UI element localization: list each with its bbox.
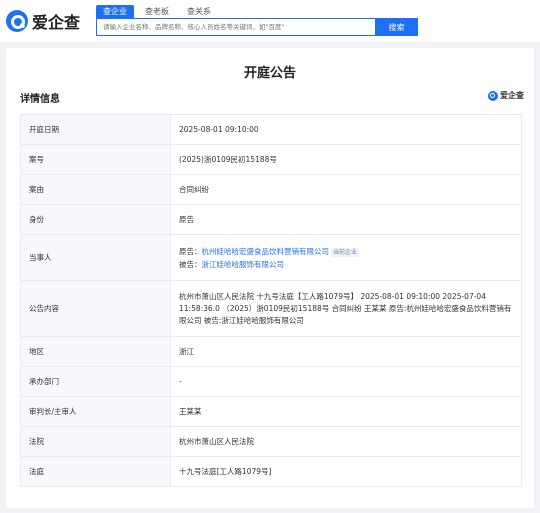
table-row: 法庭 十九号法庭[工人路1079号] [20, 456, 522, 487]
logo-text: 爱企查 [32, 13, 81, 32]
label-role: 身份 [20, 204, 171, 235]
table-row: 开庭日期 2025-08-01 09:10:00 [20, 114, 522, 145]
label-hearing-date: 开庭日期 [20, 114, 171, 145]
table-row: 地区 浙江 [20, 336, 522, 367]
logo-icon [6, 10, 28, 32]
defendant-prefix: 被告： [179, 259, 202, 269]
label-court: 法院 [20, 426, 171, 457]
section-title: 详情信息 [20, 94, 60, 105]
tab-company[interactable]: 查企业 [96, 5, 134, 18]
detail-card: 开庭公告 详情信息 爱企查 开庭日期 2025-08-01 09:10:00 案… [6, 48, 534, 508]
label-case-no: 案号 [20, 144, 171, 175]
label-region: 地区 [20, 336, 171, 367]
label-cause: 案由 [20, 174, 171, 205]
brand-badge: 爱企查 [488, 90, 524, 101]
search-bar: 搜索 [96, 18, 418, 36]
label-parties: 当事人 [20, 234, 171, 281]
table-row: 案由 合同纠纷 [20, 174, 522, 205]
value-region: 浙江 [170, 336, 522, 367]
tab-relation[interactable]: 查关系 [180, 5, 218, 18]
defendant-link[interactable]: 浙江娃哈哈服饰有限公司 [202, 260, 285, 269]
brand-logo-icon [488, 90, 498, 101]
label-judge: 审判长/主审人 [20, 396, 171, 427]
plaintiff-prefix: 原告： [179, 246, 202, 256]
value-cause: 合同纠纷 [170, 174, 522, 205]
table-row: 公告内容 杭州市萧山区人民法院 十九号法庭【工人路1079号】 2025-08-… [20, 280, 522, 337]
table-row: 承办部门 - [20, 366, 522, 397]
detail-table: 开庭日期 2025-08-01 09:10:00 案号 (2025)浙0109民… [20, 114, 522, 487]
value-judge: 王某某 [170, 396, 522, 427]
table-row: 身份 原告 [20, 204, 522, 235]
table-row: 法院 杭州市萧山区人民法院 [20, 426, 522, 457]
page-title: 开庭公告 [243, 66, 296, 81]
value-hearing-date: 2025-08-01 09:10:00 [170, 114, 522, 145]
logo[interactable]: 爱企查 [6, 9, 80, 33]
label-content: 公告内容 [20, 280, 171, 337]
current-company-tag: 当前企业 [331, 247, 360, 257]
value-parties: 原告：杭州娃哈哈宏盛食品饮料营销有限公司 当前企业 被告：浙江娃哈哈服饰有限公司 [170, 234, 522, 281]
search-input[interactable] [96, 18, 375, 36]
table-row: 当事人 原告：杭州娃哈哈宏盛食品饮料营销有限公司 当前企业 被告：浙江娃哈哈服饰有… [20, 234, 522, 281]
value-content: 杭州市萧山区人民法院 十九号法庭【工人路1079号】 2025-08-01 09… [170, 280, 522, 337]
search-button[interactable]: 搜索 [375, 18, 418, 36]
label-department: 承办部门 [20, 366, 171, 397]
value-department: - [170, 366, 522, 397]
search-tabs: 查企业 查老板 查关系 [96, 5, 222, 18]
plaintiff-link[interactable]: 杭州娃哈哈宏盛食品饮料营销有限公司 [202, 247, 330, 256]
value-role: 原告 [170, 204, 522, 235]
value-court: 杭州市萧山区人民法院 [170, 426, 522, 457]
value-case-no: (2025)浙0109民初15188号 [170, 144, 522, 175]
tab-boss[interactable]: 查老板 [138, 5, 176, 18]
value-courtroom: 十九号法庭[工人路1079号] [170, 456, 522, 487]
table-row: 案号 (2025)浙0109民初15188号 [20, 144, 522, 175]
label-courtroom: 法庭 [20, 456, 171, 487]
table-row: 审判长/主审人 王某某 [20, 396, 522, 427]
brand-label: 爱企查 [500, 91, 524, 100]
top-bar: 爱企查 查企业 查老板 查关系 搜索 [0, 0, 540, 42]
